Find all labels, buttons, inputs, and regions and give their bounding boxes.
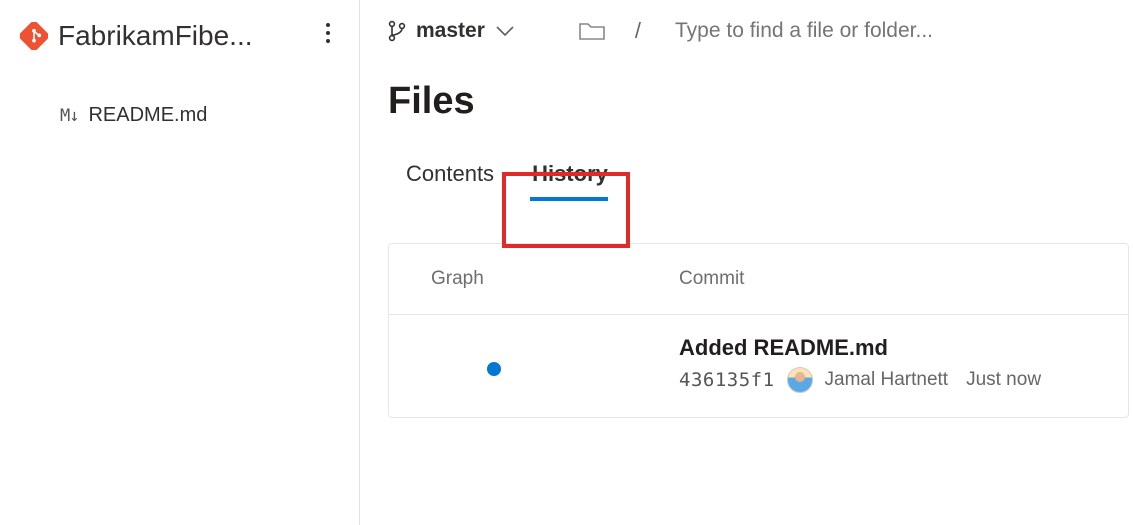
- table-header: Graph Commit: [389, 244, 1128, 315]
- more-button[interactable]: [317, 18, 339, 54]
- commit-author[interactable]: Jamal Hartnett: [825, 369, 949, 391]
- graph-cell: [389, 352, 679, 376]
- folder-icon[interactable]: [579, 21, 605, 41]
- commit-cell: Added README.md 436135f1 Jamal Hartnett …: [679, 335, 1128, 393]
- toolbar: master /: [388, 18, 1133, 80]
- file-tree: M↓ README.md: [0, 76, 359, 127]
- col-header-graph: Graph: [389, 268, 679, 290]
- history-table: Graph Commit Added README.md 436135f1 Ja…: [388, 243, 1129, 418]
- git-icon: [20, 22, 48, 50]
- main: master / Files Contents History Graph Co…: [360, 0, 1133, 525]
- sidebar: FabrikamFibe... M↓ README.md: [0, 0, 360, 525]
- tree-item-label: README.md: [88, 104, 207, 127]
- branch-picker[interactable]: master: [388, 19, 515, 43]
- tabs: Contents History: [388, 151, 1133, 199]
- col-header-commit: Commit: [679, 268, 1128, 290]
- branch-label: master: [416, 19, 485, 43]
- page-title: Files: [388, 80, 1133, 151]
- avatar[interactable]: [787, 367, 813, 393]
- tab-contents[interactable]: Contents: [388, 151, 514, 199]
- repo-name[interactable]: FabrikamFibe...: [58, 20, 317, 52]
- commit-meta: 436135f1 Jamal Hartnett Just now: [679, 367, 1128, 393]
- commit-hash[interactable]: 436135f1: [679, 369, 775, 391]
- more-vertical-icon: [325, 22, 331, 44]
- chevron-down-icon: [495, 25, 515, 37]
- file-finder-input[interactable]: [675, 19, 1035, 43]
- markdown-icon: M↓: [60, 106, 78, 126]
- tree-item-readme[interactable]: M↓ README.md: [60, 104, 359, 127]
- commit-dot-icon: [487, 362, 501, 376]
- repo-header: FabrikamFibe...: [0, 18, 359, 76]
- branch-icon: [388, 20, 406, 42]
- path-separator: /: [635, 18, 641, 44]
- commit-title[interactable]: Added README.md: [679, 335, 1128, 367]
- tab-history[interactable]: History: [514, 151, 628, 199]
- table-row[interactable]: Added README.md 436135f1 Jamal Hartnett …: [389, 315, 1128, 417]
- commit-when: Just now: [966, 369, 1041, 391]
